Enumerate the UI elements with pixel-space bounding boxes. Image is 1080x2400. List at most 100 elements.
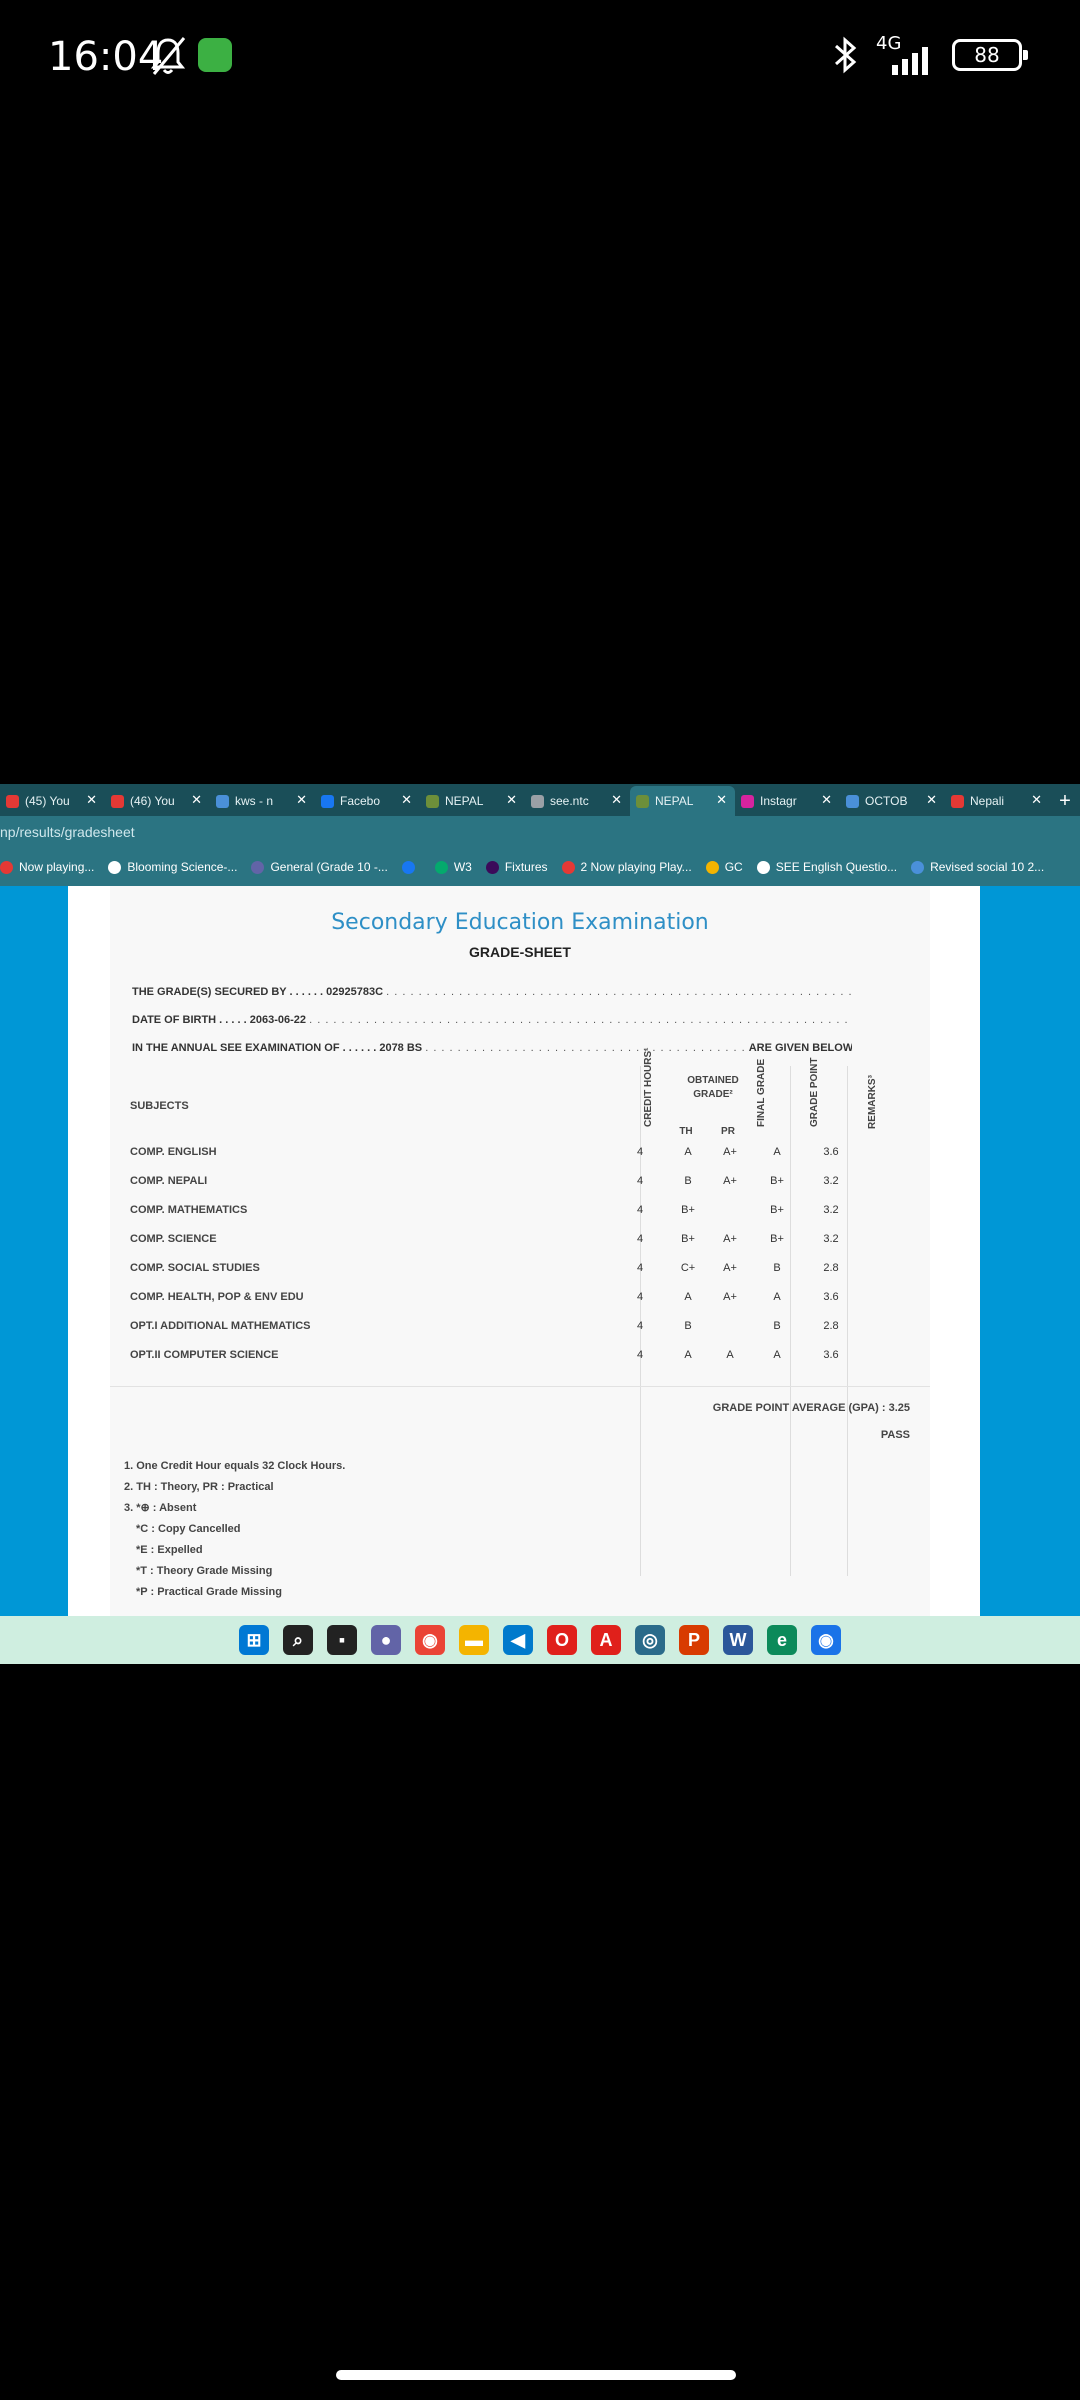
tab-close-icon[interactable]: ✕ [86, 792, 97, 808]
bookmark-item[interactable]: 2 Now playing Play... [561, 860, 692, 874]
credit-hours-cell: 4 [636, 1146, 644, 1158]
final-grade-cell: B [773, 1262, 781, 1274]
credit-hours-cell: 4 [636, 1233, 644, 1245]
url-text: np/results/gradesheet [0, 824, 135, 840]
bookmark-item[interactable]: General (Grade 10 -... [251, 860, 388, 874]
opera-icon[interactable]: O [547, 1625, 577, 1655]
bookmark-favicon-icon [705, 860, 719, 874]
tab-close-icon[interactable]: ✕ [1031, 792, 1042, 808]
tab-close-icon[interactable]: ✕ [191, 792, 202, 808]
tab-close-icon[interactable]: ✕ [926, 792, 937, 808]
browser-tab[interactable]: see.ntc ✕ [525, 786, 630, 816]
symbol-number: 02925783C [326, 986, 384, 998]
status-bar: 16:04 4G 88 [0, 0, 1080, 120]
credit-hours-cell: 4 [636, 1349, 644, 1361]
vscode-icon[interactable]: ◀ [503, 1625, 533, 1655]
final-grade-cell: A [773, 1291, 781, 1303]
subject-cell: COMP. MATHEMATICS [130, 1204, 248, 1216]
tab-favicon-icon [6, 794, 19, 808]
grade-point-cell: 2.8 [823, 1262, 839, 1274]
grade-point-cell: 2.8 [823, 1320, 839, 1332]
tab-favicon-icon [951, 794, 964, 808]
bookmark-favicon-icon [756, 860, 770, 874]
word-icon[interactable]: W [723, 1625, 753, 1655]
windows-start-icon[interactable]: ⊞ [239, 1625, 269, 1655]
footnote: *C : Copy Cancelled [136, 1523, 241, 1535]
tab-label: OCTOB [865, 794, 908, 808]
footnotes: 1. One Credit Hour equals 32 Clock Hours… [124, 1456, 345, 1603]
page-content: Secondary Education Examination GRADE-SH… [0, 886, 1080, 1616]
tab-label: Facebo [340, 794, 381, 808]
browser-tab[interactable]: NEPAL ✕ [420, 786, 525, 816]
address-bar[interactable]: np/results/gradesheet [0, 816, 1080, 848]
bookmark-item[interactable]: Blooming Science-... [108, 860, 237, 874]
th-grade-cell: B [684, 1320, 692, 1332]
subject-cell: COMP. SCIENCE [130, 1233, 217, 1245]
credit-hours-cell: 4 [636, 1291, 644, 1303]
exam-year: 2078 BS [379, 1042, 423, 1054]
browser-tab[interactable]: (45) You ✕ [0, 786, 105, 816]
sheet-subtitle: GRADE-SHEET [469, 944, 571, 960]
chat-icon[interactable]: ● [371, 1625, 401, 1655]
new-tab-button[interactable]: + [1050, 786, 1080, 816]
bookmarks-bar: Now playing... Blooming Science-... Genera… [0, 848, 1080, 886]
table-row: OPT.II COMPUTER SCIENCE 4 A A A 3.6 [130, 1349, 930, 1378]
pr-grade-cell: A+ [723, 1291, 737, 1303]
credit-hours-cell: 4 [636, 1175, 644, 1187]
browser-tab[interactable]: Instagr ✕ [735, 786, 840, 816]
subject-cell: COMP. SOCIAL STUDIES [130, 1262, 260, 1274]
tab-close-icon[interactable]: ✕ [821, 792, 832, 808]
home-gesture-bar[interactable] [336, 2370, 736, 2380]
acrobat-icon[interactable]: A [591, 1625, 621, 1655]
bookmark-label: Now playing... [19, 860, 95, 874]
tab-close-icon[interactable]: ✕ [401, 792, 412, 808]
bookmark-item[interactable]: W3 [434, 860, 472, 874]
folder-icon[interactable]: ▬ [459, 1625, 489, 1655]
task-view-icon[interactable]: ▪ [327, 1625, 357, 1655]
tab-close-icon[interactable]: ✕ [716, 792, 727, 808]
bookmark-item[interactable]: Revised social 10 2... [911, 860, 1044, 874]
browser-tab[interactable]: Facebo ✕ [315, 786, 420, 816]
given-below-label: ARE GIVEN BELOW . . . [748, 1042, 852, 1054]
subject-cell: COMP. ENGLISH [130, 1146, 217, 1158]
browser-tab[interactable]: kws - n ✕ [210, 786, 315, 816]
chrome-beta-icon[interactable]: ◉ [811, 1625, 841, 1655]
bookmark-item[interactable] [401, 860, 421, 874]
tab-close-icon[interactable]: ✕ [611, 792, 622, 808]
tab-favicon-icon [111, 794, 124, 808]
grade-point-cell: 3.2 [823, 1204, 839, 1216]
table-bottom-rule [110, 1386, 930, 1387]
bookmark-item[interactable]: SEE English Questio... [756, 860, 897, 874]
grade-point-cell: 3.6 [823, 1291, 839, 1303]
tab-bar: (45) You ✕ (46) You ✕ kws - n ✕ Facebo ✕ NEPAL ✕ s… [0, 784, 1080, 816]
subjects-header: SUBJECTS [130, 1100, 189, 1112]
grade-point-cell: 3.6 [823, 1146, 839, 1158]
tab-close-icon[interactable]: ✕ [296, 792, 307, 808]
tab-close-icon[interactable]: ✕ [506, 792, 517, 808]
browser-tab[interactable]: Nepali ✕ [945, 786, 1050, 816]
final-grade-cell: A [773, 1349, 781, 1361]
edge-icon[interactable]: e [767, 1625, 797, 1655]
pr-header: PR [721, 1126, 735, 1137]
subject-cell: COMP. NEPALI [130, 1175, 208, 1187]
tab-favicon-icon [426, 794, 439, 808]
chrome-icon[interactable]: ◉ [415, 1625, 445, 1655]
browser-tab[interactable]: (46) You ✕ [105, 786, 210, 816]
pr-grade-cell: A+ [723, 1233, 737, 1245]
bookmark-label: W3 [453, 860, 472, 874]
bookmark-label: GC [724, 860, 743, 874]
search-app-icon[interactable]: ◎ [635, 1625, 665, 1655]
bookmark-item[interactable]: Fixtures [485, 860, 548, 874]
bookmark-item[interactable]: GC [705, 860, 743, 874]
bookmark-item[interactable]: Now playing... [0, 860, 94, 874]
cellular-signal-icon: 4G [874, 33, 938, 77]
final-grade-header: FINAL GRADE [756, 1058, 767, 1127]
browser-tab[interactable]: OCTOB ✕ [840, 786, 945, 816]
pr-grade-cell: A+ [723, 1175, 737, 1187]
bookmark-favicon-icon [0, 860, 13, 874]
browser-tab[interactable]: NEPAL ✕ [630, 786, 735, 816]
battery-icon: 88 [952, 39, 1028, 71]
pdf-icon[interactable]: P [679, 1625, 709, 1655]
tab-label: (45) You [25, 794, 70, 808]
search-icon[interactable]: ⌕ [283, 1625, 313, 1655]
